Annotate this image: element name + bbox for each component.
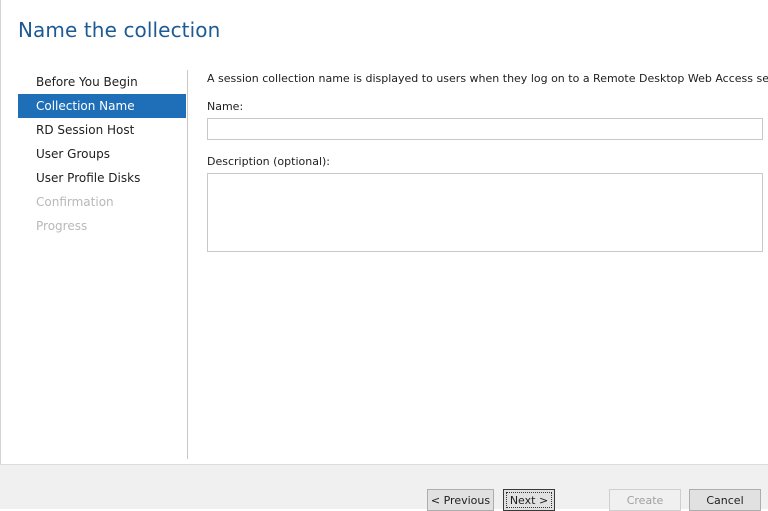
collection-name-input[interactable] (207, 118, 763, 140)
next-button[interactable]: Next > (503, 489, 555, 511)
description-textarea[interactable] (207, 173, 763, 252)
nav-item-confirmation: Confirmation (36, 195, 114, 209)
description-label: Description (optional): (207, 155, 331, 168)
cancel-button[interactable]: Cancel (689, 489, 761, 511)
nav-item-rd-session-host[interactable]: RD Session Host (18, 118, 186, 142)
wizard-main-pane: Name the collection Before You Begin Col… (0, 0, 768, 464)
name-label: Name: (207, 100, 244, 113)
nav-item-collection-name[interactable]: Collection Name (18, 94, 186, 118)
wizard-step-nav: Before You Begin Collection Name RD Sess… (18, 70, 186, 238)
wizard-footer: < Previous Next > Create Cancel (0, 464, 768, 511)
page-title: Name the collection (18, 18, 221, 42)
previous-button[interactable]: < Previous (427, 489, 494, 511)
nav-divider (187, 70, 188, 459)
intro-text: A session collection name is displayed t… (207, 72, 768, 85)
nav-item-user-profile-disks[interactable]: User Profile Disks (18, 166, 186, 190)
nav-item-user-groups[interactable]: User Groups (18, 142, 186, 166)
content-area: A session collection name is displayed t… (207, 72, 768, 252)
create-button: Create (609, 489, 681, 511)
nav-item-progress: Progress (36, 219, 88, 233)
nav-item-before-you-begin[interactable]: Before You Begin (18, 70, 186, 94)
